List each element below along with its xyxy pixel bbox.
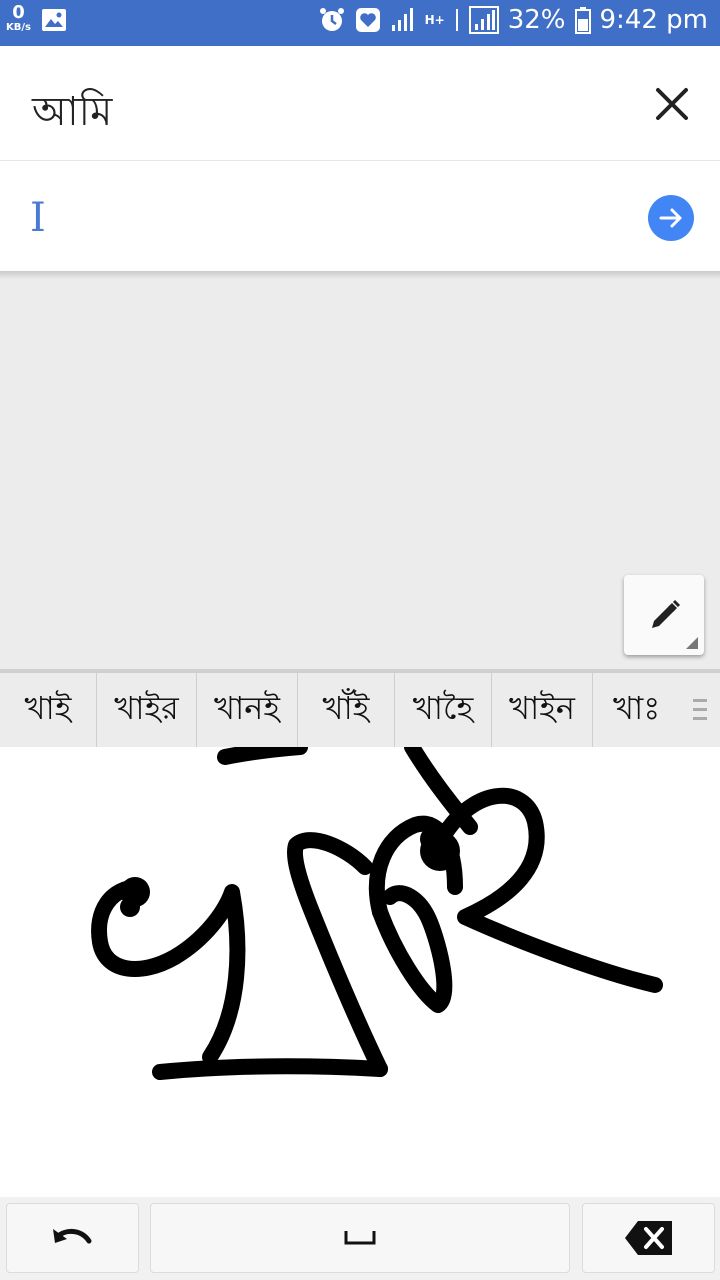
space-icon: [344, 1231, 376, 1245]
suggestions-more-button[interactable]: [680, 673, 720, 747]
text-input[interactable]: I: [30, 195, 46, 241]
alarm-icon: [319, 8, 344, 31]
image-icon: [41, 9, 66, 31]
content-area: [0, 279, 720, 669]
keyboard-bottom-row: [0, 1197, 720, 1280]
undo-button[interactable]: [6, 1203, 139, 1273]
network-speed-value: 0: [12, 2, 25, 23]
backspace-icon: [624, 1221, 672, 1255]
suggestion-item[interactable]: খাই: [0, 673, 97, 747]
suggestion-item[interactable]: খাইন: [492, 673, 593, 747]
suggestion-item[interactable]: খাহৈ: [395, 673, 492, 747]
submit-button[interactable]: [648, 195, 694, 241]
handwriting-canvas[interactable]: [0, 739, 720, 1197]
network-speed: 0 KB/s: [6, 4, 31, 33]
pen-icon: [652, 599, 681, 628]
handwriting-strokes: [91, 739, 663, 1080]
close-button[interactable]: [650, 82, 694, 126]
pen-menu-corner-icon: [686, 637, 698, 649]
heart-shield-icon: [355, 8, 380, 32]
backspace-button[interactable]: [582, 1203, 715, 1273]
pen-tool-button[interactable]: [624, 575, 704, 655]
undo-icon: [52, 1229, 91, 1244]
data-arrows-icon: [455, 9, 458, 31]
close-icon: [656, 88, 688, 120]
suggestions-bar: খাই খাইর খানই খাঁই খাহৈ খাইন খাঃ: [0, 669, 720, 747]
suggestion-item[interactable]: খাঃ: [593, 673, 680, 747]
network-speed-unit: KB/s: [6, 22, 31, 33]
recognized-text-title: আমি: [32, 89, 113, 135]
text-input-row[interactable]: I: [0, 161, 720, 271]
clock-time: 9:42 pm: [599, 5, 708, 35]
header: আমি: [0, 46, 720, 161]
network-type: H+: [424, 13, 445, 27]
arrow-right-icon: [659, 208, 682, 228]
signal-icon: [391, 8, 413, 31]
divider: [0, 271, 720, 279]
suggestion-item[interactable]: খাইর: [97, 673, 197, 747]
suggestion-item[interactable]: খাঁই: [298, 673, 395, 747]
space-button[interactable]: [150, 1203, 570, 1273]
battery-icon: [574, 7, 591, 34]
signal-box-icon: [468, 6, 499, 34]
more-icon: [693, 699, 707, 720]
battery-percent: 32%: [507, 5, 566, 35]
suggestion-item[interactable]: খানই: [197, 673, 298, 747]
status-bar: 0 KB/s H+ 32% 9:42 pm: [0, 0, 720, 46]
